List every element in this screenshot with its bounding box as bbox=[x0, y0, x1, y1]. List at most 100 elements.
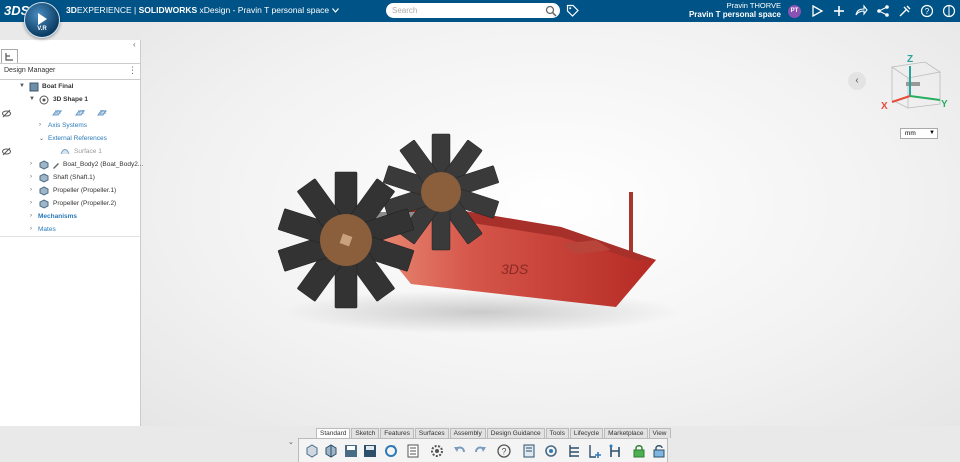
new-part-icon[interactable] bbox=[304, 443, 320, 459]
user-info[interactable]: Pravin THORVE Pravin T personal space bbox=[640, 1, 781, 20]
tab-standard[interactable]: Standard bbox=[316, 428, 351, 438]
redo-icon[interactable] bbox=[472, 443, 488, 459]
tools-icon[interactable] bbox=[898, 4, 912, 18]
network-share-icon[interactable] bbox=[876, 4, 890, 18]
design-table-icon[interactable] bbox=[567, 443, 583, 459]
tab-surfaces[interactable]: Surfaces bbox=[414, 428, 449, 438]
tab-design-guidance[interactable]: Design Guidance bbox=[486, 428, 545, 438]
tree-item-surface[interactable]: Surface 1 bbox=[74, 146, 102, 158]
plus-icon[interactable] bbox=[832, 4, 846, 18]
save-icon[interactable] bbox=[343, 443, 359, 459]
part-icon bbox=[39, 160, 49, 170]
more-options-icon[interactable]: ⋮ bbox=[128, 65, 137, 76]
expand-arrow-icon[interactable]: › bbox=[30, 213, 32, 219]
action-bar-toolbar: ? bbox=[298, 438, 668, 462]
tab-lifecycle[interactable]: Lifecycle bbox=[569, 428, 604, 438]
part-icon bbox=[39, 173, 49, 183]
tree-item-propeller-2[interactable]: Propeller (Propeller.2) bbox=[53, 198, 116, 210]
tag-icon[interactable] bbox=[566, 4, 579, 17]
view-cube-chair bbox=[906, 82, 920, 86]
tab-assembly[interactable]: Assembly bbox=[449, 428, 486, 438]
bom-icon[interactable] bbox=[521, 443, 537, 459]
expand-arrow-icon[interactable]: › bbox=[30, 226, 32, 232]
play-icon[interactable] bbox=[810, 4, 824, 18]
add-variant-icon[interactable] bbox=[587, 443, 603, 459]
plane-xy-label[interactable]: XY bbox=[55, 107, 62, 119]
tree-item-external-references[interactable]: External References bbox=[48, 133, 107, 145]
chevron-left-icon[interactable]: ‹ bbox=[848, 72, 866, 90]
compass-play-icon bbox=[38, 13, 47, 25]
hull-logo: 3DS bbox=[501, 261, 529, 277]
tree-item-boat-body[interactable]: Boat_Body2 (Boat_Body2... bbox=[63, 159, 143, 171]
axis-y-label: Y bbox=[941, 99, 948, 110]
search-icon[interactable] bbox=[545, 5, 557, 17]
app-title: 3DEXPERIENCE | SOLIDWORKS xDesign - Prav… bbox=[66, 5, 339, 15]
panel-collapse-icon[interactable]: ‹ bbox=[133, 40, 136, 49]
options-gear-icon[interactable] bbox=[429, 443, 445, 459]
expand-arrow-icon[interactable]: › bbox=[30, 200, 32, 206]
part-icon bbox=[39, 199, 49, 209]
new-assembly-icon[interactable] bbox=[323, 443, 339, 459]
view-cube[interactable]: Z X Y bbox=[880, 52, 950, 112]
tab-tools[interactable]: Tools bbox=[545, 428, 569, 438]
units-select[interactable]: mm ▼ bbox=[900, 128, 938, 139]
save-as-icon[interactable] bbox=[362, 443, 378, 459]
expand-arrow-icon[interactable]: › bbox=[30, 187, 32, 193]
tab-features[interactable]: Features bbox=[380, 428, 414, 438]
app-role[interactable]: xDesign - Pravin T personal space bbox=[197, 5, 330, 15]
tree-item-shaft[interactable]: Shaft (Shaft.1) bbox=[53, 172, 95, 184]
app-name-rest: EXPERIENCE | bbox=[76, 5, 139, 15]
expand-arrow-icon[interactable]: › bbox=[30, 174, 32, 180]
plane-yz-label[interactable]: YZ bbox=[78, 107, 84, 119]
tree-item-boat-final[interactable]: Boat Final bbox=[42, 81, 73, 93]
boat-model[interactable]: 3DS bbox=[141, 22, 960, 426]
expand-arrow-icon[interactable]: › bbox=[30, 161, 32, 167]
plane-zx-label[interactable]: ZX bbox=[100, 107, 106, 119]
help-icon[interactable]: ? bbox=[496, 443, 512, 459]
svg-text:?: ? bbox=[925, 7, 930, 16]
top-bar: 3DS 3DEXPERIENCE | SOLIDWORKS xDesign - … bbox=[0, 0, 960, 22]
structure-icon[interactable] bbox=[607, 443, 623, 459]
tab-view[interactable]: View bbox=[648, 428, 671, 438]
help-icon[interactable]: ? bbox=[920, 4, 934, 18]
surface-icon bbox=[60, 149, 70, 155]
shape-icon bbox=[39, 95, 49, 105]
reload-icon[interactable] bbox=[383, 443, 399, 459]
tab-sketch[interactable]: Sketch bbox=[351, 428, 380, 438]
undo-icon[interactable] bbox=[452, 443, 468, 459]
sync-icon[interactable] bbox=[543, 443, 559, 459]
hidden-eye-icon[interactable] bbox=[2, 147, 11, 156]
search-input[interactable] bbox=[386, 3, 560, 18]
expand-arrow-icon[interactable]: ▼ bbox=[19, 83, 25, 89]
lock-icon[interactable] bbox=[631, 443, 647, 459]
unlock-icon[interactable] bbox=[651, 443, 667, 459]
share-arrow-icon[interactable] bbox=[854, 4, 868, 18]
tree-divider bbox=[0, 236, 140, 237]
axis-x-label: X bbox=[881, 101, 888, 112]
tree-item-axis-systems[interactable]: Axis Systems bbox=[48, 120, 87, 132]
edit-pencil-icon bbox=[53, 163, 59, 169]
compass-button[interactable]: V.R bbox=[24, 2, 60, 38]
expand-arrow-icon[interactable]: ▼ bbox=[29, 96, 35, 102]
avatar[interactable]: PT bbox=[788, 5, 801, 18]
axis-z-label: Z bbox=[907, 54, 913, 65]
tree-item-mechanisms[interactable]: Mechanisms bbox=[38, 211, 77, 223]
compass-mode-icon[interactable] bbox=[942, 4, 956, 18]
properties-icon[interactable] bbox=[405, 443, 421, 459]
units-value: mm bbox=[905, 130, 916, 137]
assembly-icon bbox=[29, 82, 39, 92]
panel-tab[interactable] bbox=[1, 49, 18, 64]
tree-item-mates[interactable]: Mates bbox=[38, 224, 56, 236]
chevron-down-icon[interactable] bbox=[331, 8, 339, 13]
panel-title: Design Manager bbox=[4, 67, 56, 74]
hidden-eye-icon[interactable] bbox=[2, 109, 11, 118]
expand-arrow-icon[interactable]: › bbox=[39, 122, 41, 128]
tree-item-propeller-1[interactable]: Propeller (Propeller.1) bbox=[53, 185, 116, 197]
collapse-arrow-icon[interactable]: ⌄ bbox=[39, 135, 44, 142]
tree-item-3d-shape[interactable]: 3D Shape 1 bbox=[53, 94, 88, 106]
tab-marketplace[interactable]: Marketplace bbox=[604, 428, 648, 438]
caret-down-icon: ▼ bbox=[929, 130, 935, 136]
chevron-down-icon[interactable]: ⌄ bbox=[288, 438, 298, 448]
space-name-text: Pravin T personal space bbox=[688, 10, 781, 19]
part-icon bbox=[39, 186, 49, 196]
